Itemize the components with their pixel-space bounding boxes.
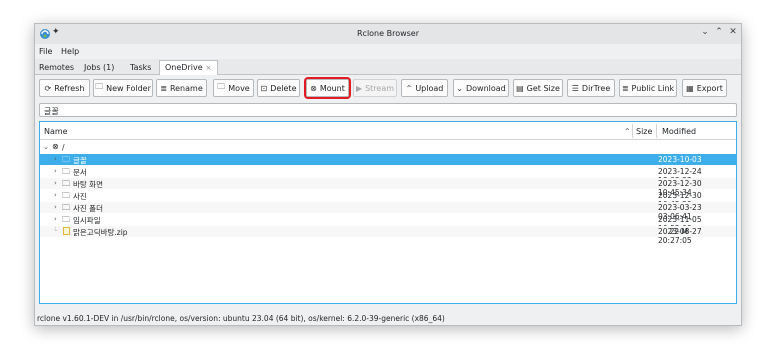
tab-onedrive-label: OneDrive	[165, 63, 203, 72]
column-divider[interactable]	[656, 124, 657, 138]
drive-icon: ⊗	[52, 142, 59, 151]
status-bar: rclone v1.60.1-DEV in /usr/bin/rclone, o…	[37, 314, 445, 323]
rclone-browser-window: ✦ Rclone Browser ⌄ ⌃ ✕ File Help Remotes…	[34, 23, 742, 326]
dirtree-button[interactable]: ☰ DirTree	[567, 79, 615, 97]
rename-label: Rename	[169, 83, 203, 93]
new-folder-label: New Folder	[106, 83, 151, 93]
expand-icon[interactable]: ›	[54, 167, 57, 175]
tab-close-icon[interactable]: ×	[206, 64, 212, 72]
tab-tasks[interactable]: Tasks	[130, 61, 151, 75]
file-name: 바탕 화면	[73, 180, 103, 189]
mount-button[interactable]: ⊗ Mount	[304, 77, 351, 99]
delete-button[interactable]: ⊡ Delete	[257, 79, 300, 97]
tree-branch-icon: └	[53, 227, 58, 235]
path-field[interactable]: 글꼴	[39, 103, 737, 117]
delete-label: Delete	[270, 83, 297, 93]
move-button[interactable]: 🗀 Move	[213, 79, 254, 97]
maximize-icon[interactable]: ⌃	[713, 27, 725, 37]
new-folder-icon: 🗀	[95, 82, 104, 91]
column-header-modified[interactable]: Modified	[662, 127, 696, 136]
tab-onedrive[interactable]: OneDrive ×	[159, 60, 218, 75]
rename-button[interactable]: ≣ Rename	[156, 79, 207, 97]
zip-file-icon	[63, 227, 70, 237]
tab-remotes[interactable]: Remotes	[39, 61, 74, 75]
menu-file[interactable]: File	[39, 47, 52, 56]
stream-button[interactable]: ▶ Stream	[353, 79, 397, 97]
expand-icon[interactable]: ›	[54, 155, 57, 163]
get-size-button[interactable]: ▤ Get Size	[513, 79, 563, 97]
file-name: 문서	[73, 168, 87, 177]
get-size-label: Get Size	[526, 83, 560, 93]
refresh-icon: ⟳	[44, 83, 52, 93]
mount-icon: ⊗	[310, 83, 317, 93]
refresh-button[interactable]: ⟳ Refresh	[39, 79, 90, 97]
file-tree[interactable]: Name ⌃ Size Modified ⌄ ⊗ / › 🗀 글꼴 2023-1…	[39, 121, 737, 304]
table-row[interactable]: › 🗀 사진 2023-12-30 10:45:29	[40, 190, 736, 209]
collapse-icon[interactable]: ⌄	[43, 143, 49, 151]
column-header-name[interactable]: Name	[44, 127, 68, 136]
file-name: 맑은고딕바탕.zip	[73, 228, 128, 237]
window-title: Rclone Browser	[356, 29, 420, 38]
export-icon: ▦	[686, 83, 694, 93]
get-size-icon: ▤	[516, 83, 524, 93]
rename-icon: ≣	[160, 83, 167, 93]
move-icon: 🗀	[217, 82, 226, 91]
play-icon: ▶	[355, 83, 363, 93]
column-divider[interactable]	[632, 124, 633, 138]
upload-icon: ⌃	[405, 83, 413, 93]
expand-icon[interactable]: ›	[54, 203, 57, 211]
tree-header: Name ⌃ Size Modified	[40, 122, 736, 140]
refresh-label: Refresh	[54, 83, 85, 93]
dirtree-label: DirTree	[581, 83, 611, 93]
minimize-icon[interactable]: ⌄	[699, 27, 711, 37]
download-button[interactable]: ⌄ Download	[453, 79, 509, 97]
delete-icon: ⊡	[260, 83, 268, 93]
public-link-label: Public Link	[631, 83, 675, 93]
tree-row-root[interactable]: ⌄ ⊗ /	[40, 142, 736, 153]
new-folder-button[interactable]: 🗀 New Folder	[93, 79, 153, 97]
expand-icon[interactable]: ›	[54, 191, 57, 199]
table-row[interactable]: › 🗀 임시파일 2023-11-05 10:52:09	[40, 214, 736, 233]
file-name: 임시파일	[73, 216, 101, 225]
download-icon: ⌄	[456, 83, 463, 93]
file-modified: 2023-08-27 20:27:05	[658, 227, 702, 245]
upload-button[interactable]: ⌃ Upload	[401, 79, 448, 97]
file-name: 사진	[73, 192, 87, 201]
public-link-button[interactable]: ≣ Public Link	[619, 79, 677, 97]
stream-label: Stream	[365, 83, 395, 93]
toolbar: ⟳ Refresh 🗀 New Folder ≣ Rename 🗀 Move ⊡ Dele…	[35, 77, 741, 99]
export-button[interactable]: ▦ Export	[682, 79, 727, 97]
table-row[interactable]: › 🗀 바탕 화면 2023-12-30 10:45:34	[40, 178, 736, 197]
menu-help[interactable]: Help	[61, 47, 79, 56]
menu-bar: File Help	[35, 44, 741, 59]
file-name: 사진 폴더	[73, 204, 103, 213]
tab-bar: Remotes Jobs (1) Tasks OneDrive ×	[35, 59, 741, 75]
public-link-icon: ≣	[621, 83, 629, 93]
table-row[interactable]: › 🗀 문서 2023-12-24 18:03:23	[40, 166, 736, 185]
column-header-size[interactable]: Size	[636, 127, 652, 136]
upload-label: Upload	[415, 83, 444, 93]
mount-label: Mount	[319, 83, 345, 93]
dirtree-icon: ☰	[571, 83, 579, 93]
export-label: Export	[696, 83, 723, 93]
root-label: /	[62, 143, 65, 152]
download-label: Download	[465, 83, 506, 93]
tab-jobs[interactable]: Jobs (1)	[84, 61, 114, 75]
table-row[interactable]: › 🗀 사진 폴더 2023-03-23 03:06:41	[40, 202, 736, 221]
expand-icon[interactable]: ›	[54, 215, 57, 223]
sort-ascending-icon: ⌃	[624, 127, 631, 136]
file-name: 글꼴	[73, 156, 87, 165]
expand-icon[interactable]: ›	[54, 179, 57, 187]
table-row[interactable]: └ 맑은고딕바탕.zip 22 M 2023-08-27 20:27:05	[40, 226, 736, 245]
table-row[interactable]: › 🗀 글꼴 2023-10-03 00:06:53	[40, 154, 736, 173]
move-label: Move	[228, 83, 250, 93]
close-icon[interactable]: ✕	[727, 27, 739, 37]
title-bar: ✦ Rclone Browser ⌄ ⌃ ✕	[35, 24, 741, 44]
